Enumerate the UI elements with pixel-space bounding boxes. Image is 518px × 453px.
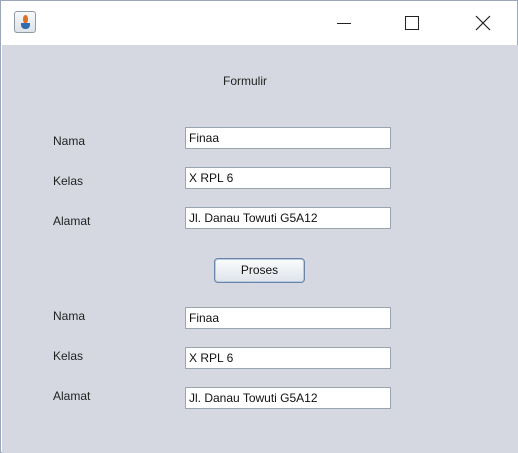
maximize-icon <box>405 16 419 30</box>
java-cup-icon[interactable] <box>14 11 36 33</box>
output-alamat-label: Alamat <box>53 389 91 403</box>
output-kelas-field[interactable]: X RPL 6 <box>185 347 391 369</box>
output-alamat-field[interactable]: Jl. Danau Towuti G5A12 <box>185 387 391 409</box>
java-flame-shape <box>23 15 28 23</box>
java-cup-shape <box>21 23 30 29</box>
minimize-button[interactable] <box>321 1 367 45</box>
close-button[interactable] <box>460 1 506 45</box>
alamat-label: Alamat <box>53 214 91 228</box>
form-title: Formulir <box>223 74 267 88</box>
kelas-label: Kelas <box>53 174 84 188</box>
minimize-icon <box>337 23 351 24</box>
form-panel: Formulir Nama Finaa Kelas X RPL 6 Alamat… <box>2 45 518 453</box>
kelas-input[interactable]: X RPL 6 <box>185 167 391 189</box>
title-bar[interactable] <box>1 1 517 45</box>
proses-button[interactable]: Proses <box>214 258 305 283</box>
maximize-button[interactable] <box>389 1 435 45</box>
app-window: Formulir Nama Finaa Kelas X RPL 6 Alamat… <box>0 0 518 453</box>
alamat-input[interactable]: Jl. Danau Towuti G5A12 <box>185 207 391 229</box>
nama-input[interactable]: Finaa <box>185 127 391 149</box>
nama-label: Nama <box>53 134 86 148</box>
output-nama-field[interactable]: Finaa <box>185 307 391 329</box>
output-kelas-label: Kelas <box>53 349 84 363</box>
output-nama-label: Nama <box>53 309 86 323</box>
close-icon <box>475 15 491 31</box>
